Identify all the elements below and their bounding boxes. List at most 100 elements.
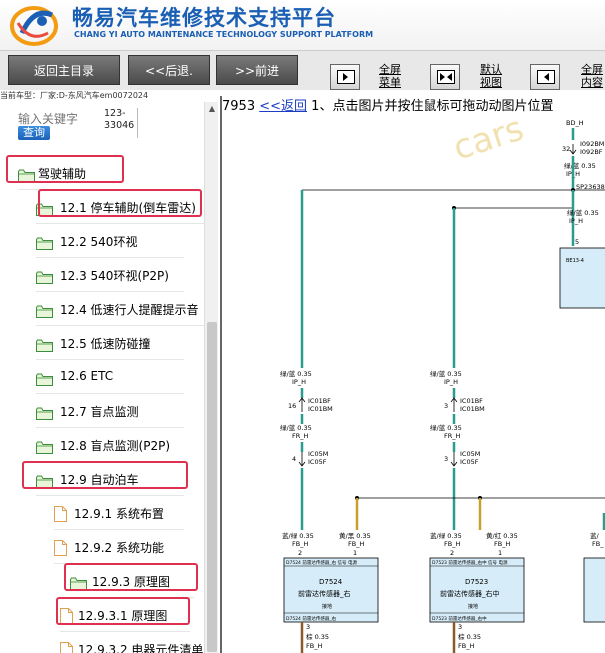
left-conn-m-2: IC05M [308, 450, 328, 458]
left-wire-harness-1: IP_H [292, 378, 306, 386]
tree-item-label: 12.8 盲点监测(P2P) [60, 439, 171, 453]
left-wire-color-1: 绿/蓝 0.35 [280, 369, 312, 378]
full-menu-label-line2: 菜单 [379, 76, 401, 89]
right-signal-color: 蓝/ [590, 531, 600, 540]
back-button[interactable]: <<后退. [128, 55, 210, 85]
highlight-box [6, 155, 124, 183]
connector-arrow-icon [569, 144, 577, 155]
left-conn-f-1: IC01BF [308, 397, 331, 405]
left-power-color: 黄/黑 0.35 [339, 531, 371, 540]
full-menu-label[interactable]: 全屏 菜单 [376, 63, 404, 89]
mid-signal-pin: 2 [450, 549, 454, 557]
left-pin-2: 4 [292, 455, 296, 463]
tree-item[interactable]: 12.9.2 系统功能 [54, 532, 184, 564]
mid-power-pin: 1 [498, 549, 502, 557]
sensor-d7523-id: D7523 [465, 578, 488, 586]
default-view-label[interactable]: 默认 视图 [477, 63, 505, 89]
highlight-box [64, 563, 198, 591]
tree-item[interactable]: 12.6 ETC [36, 362, 184, 394]
back-link[interactable]: <<返回 [259, 99, 307, 114]
left-wire-harness-2: FR_H [292, 432, 309, 440]
left-signal-color: 蓝/绿 0.35 [282, 531, 314, 540]
tree-item[interactable]: 12.4 低速行人提醒提示音 [36, 294, 204, 326]
left-conn-f-2: IC05F [308, 458, 327, 466]
tree-item[interactable]: 12.9.1 系统布置 [54, 498, 184, 530]
left-wire-color-2: 绿/蓝 0.35 [280, 423, 312, 432]
sensor-d7523-ground: 接地 [468, 603, 478, 610]
expand-right-icon [337, 70, 355, 84]
sensor-d7524-name: 前雷达传感器_右 [298, 589, 351, 598]
header: 畅易汽车维修技术支持平台 CHANG YI AUTO MAINTENANCE T… [0, 0, 605, 50]
folder-icon [36, 337, 53, 356]
mid-connector-icon-2 [450, 452, 458, 467]
left-connector-icon-2 [298, 452, 306, 467]
tree-item-label: 12.7 盲点监测 [60, 405, 139, 419]
sensor-d7524-id: D7524 [319, 578, 343, 586]
mid-signal-color: 蓝/绿 0.35 [430, 531, 462, 540]
mid-wire-harness-1: IP_H [444, 378, 458, 386]
left-connector-icon-1 [298, 397, 306, 412]
left-power-pin: 1 [353, 549, 357, 557]
search-button[interactable]: 查询 [18, 126, 50, 140]
ecu-wire-color: 绿/蓝 0.35 [567, 208, 599, 217]
page-number: 7953 [222, 99, 256, 114]
full-content-label[interactable]: 全屏 内容 [578, 63, 605, 89]
mid-power-harness: FB_H [494, 540, 510, 548]
mid-wire-color-2: 绿/蓝 0.35 [430, 423, 462, 432]
full-menu-button[interactable] [330, 64, 360, 90]
search-note: 123-33046 [104, 108, 138, 138]
wiring-diagram[interactable]: cars BD_H 32 I092BM I092BF 绿/蓝 0.35 IP_H… [222, 118, 605, 653]
sensor-d7523-footer: D7523 前雷达传感器_右中 [432, 615, 487, 622]
mid-conn-f-2: IC05F [460, 458, 479, 466]
tree-item[interactable]: 12.3 540环视(P2P) [36, 260, 184, 292]
tree-item[interactable]: 12.2 540环视 [36, 226, 184, 258]
mid-ground-harness: FB_H [458, 642, 474, 650]
sensor-d7523-name: 前雷达传感器_右中 [440, 589, 500, 598]
main-menu-button[interactable]: 返回主目录 [8, 55, 120, 85]
mid-conn-f-1: IC01BF [460, 397, 483, 405]
tree-item-label: 12.2 540环视 [60, 235, 138, 249]
folder-icon [36, 371, 53, 390]
mid-wire-color-1: 绿/蓝 0.35 [430, 369, 462, 378]
sensor-d7524[interactable]: D7524 前雷达传感器_右 信号 电源 D7524 前雷达传感器_右 接地 D… [283, 557, 379, 623]
sensor-d7523-header: D7523 前雷达传感器_右中 信号 电源 [432, 559, 508, 566]
folder-icon [36, 235, 53, 254]
mid-signal-harness: FB_H [444, 540, 460, 548]
tree-item[interactable]: 12.7 盲点监测 [36, 396, 184, 428]
left-pin-1: 16 [288, 402, 296, 410]
right-signal-harness: FB_ [592, 540, 604, 548]
sensor-d7524-ground: 接地 [322, 603, 332, 610]
app-title: 畅易汽车维修技术支持平台 [72, 6, 336, 30]
full-content-button[interactable] [530, 64, 560, 90]
left-ground-pin: 3 [306, 623, 310, 631]
mid-conn-m-2: IC05M [460, 450, 480, 458]
folder-icon [36, 303, 53, 322]
sidebar-scrollbar[interactable]: ▲ [204, 102, 218, 653]
folder-icon [36, 269, 53, 288]
mid-pin-1: 3 [444, 402, 448, 410]
sensor-d7523[interactable]: D7523 前雷达传感器_右中 信号 电源 D7523 前雷达传感器_右中 接地… [429, 557, 525, 623]
left-signal-harness: FB_H [292, 540, 308, 548]
sensor-partial-box[interactable] [583, 557, 605, 623]
tree-item[interactable]: 12.5 低速防碰撞 [36, 328, 184, 360]
top-wire-color: 绿/蓝 0.35 [564, 161, 596, 170]
scroll-up-icon[interactable]: ▲ [205, 102, 219, 116]
instruction-text: 1、点击图片并按住鼠标可拖动动图片位置 [311, 99, 554, 114]
app-subtitle: CHANG YI AUTO MAINTENANCE TECHNOLOGY SUP… [74, 30, 374, 39]
tree-item-label: 12.4 低速行人提醒提示音 [60, 303, 199, 317]
sensor-d7524-header: D7524 前雷达传感器_右 信号 电源 [286, 559, 357, 566]
tree-item-label: 12.9.3.2 电器元件清单 [78, 643, 204, 653]
full-content-label-line1: 全屏 [581, 63, 603, 76]
mid-connector-icon-1 [450, 397, 458, 412]
tree-item[interactable]: 12.9.3.2 电器元件清单 [60, 634, 208, 653]
scrollbar-thumb[interactable] [207, 322, 217, 652]
top-label-bd: BD_H [566, 119, 584, 127]
forward-button[interactable]: >>前进 [216, 55, 298, 85]
default-view-button[interactable] [430, 64, 460, 90]
document-icon [60, 642, 73, 653]
left-conn-m-1: IC01BM [308, 405, 333, 413]
ecu-wire-harness: IP_H [569, 217, 583, 225]
tree-item[interactable]: 12.8 盲点监测(P2P) [36, 430, 184, 462]
mid-conn-m-1: IC01BM [460, 405, 485, 413]
full-content-label-line2: 内容 [581, 76, 603, 89]
